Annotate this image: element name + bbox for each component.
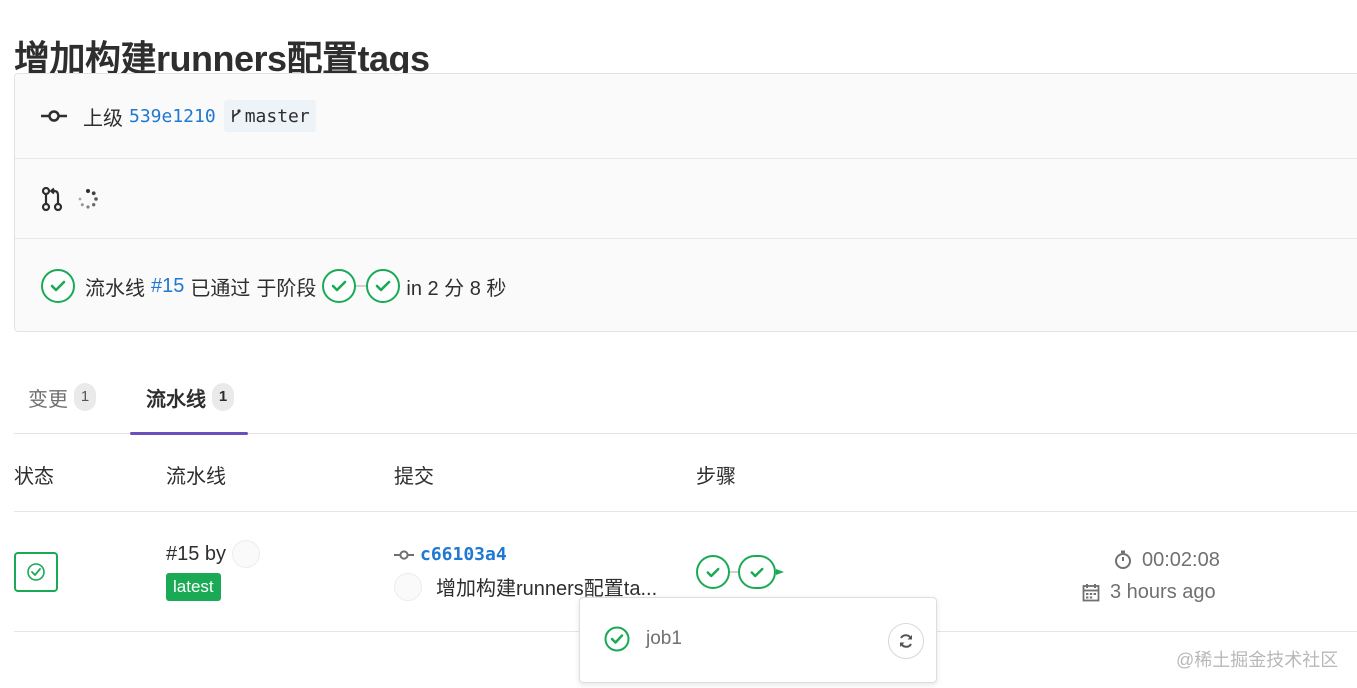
loading-spinner-icon <box>77 188 99 210</box>
parent-sha-link[interactable]: 539e1210 <box>129 106 216 127</box>
pipeline-summary-row: 流水线 #15 已通过 于阶段 in 2 分 8 秒 <box>15 239 1357 333</box>
tab-changes[interactable]: 变更 1 <box>28 360 96 434</box>
pipeline-finished-time: 3 hours ago <box>1110 580 1216 603</box>
column-header-stages: 步骤 <box>696 466 736 488</box>
status-success-icon <box>604 626 630 652</box>
commit-info-panel: 上级 539e1210 master 流水线 #15 已通过 于阶段 in 2 … <box>14 73 1357 332</box>
branch-icon <box>230 108 242 124</box>
stage-success-icon[interactable] <box>322 269 357 303</box>
commit-icon <box>394 549 414 561</box>
retry-icon <box>898 633 914 649</box>
status-success-icon <box>26 562 46 582</box>
job-item[interactable]: job1 <box>604 626 682 652</box>
stage-jobs-dropdown: job1 <box>579 597 937 683</box>
commit-sha-row: c66103a4 <box>394 544 507 565</box>
pipeline-duration-value: 00:02:08 <box>1142 548 1220 571</box>
avatar[interactable] <box>394 572 422 601</box>
parent-commit-row: 上级 539e1210 master <box>15 74 1357 159</box>
stage-connector <box>730 571 738 573</box>
pipeline-stage-label: 于阶段 <box>256 277 317 300</box>
pipeline-prefix: 流水线 <box>85 277 145 300</box>
stage-success-icon[interactable] <box>738 555 776 589</box>
avatar[interactable] <box>232 540 261 568</box>
stage-connector <box>356 285 367 287</box>
merge-request-icon <box>41 186 63 211</box>
commit-sha-link[interactable]: c66103a4 <box>420 544 507 565</box>
pipeline-id-link[interactable]: #15 by <box>166 543 226 566</box>
column-header-pipeline: 流水线 <box>166 466 226 488</box>
tab-bar: 变更 1 流水线 1 <box>14 360 1357 435</box>
tab-label: 变更 <box>28 388 68 411</box>
status-success-badge[interactable] <box>14 552 58 592</box>
pipeline-id: #15 by <box>166 540 261 568</box>
tab-count: 1 <box>212 383 234 411</box>
tab-label: 流水线 <box>146 388 206 411</box>
tab-count: 1 <box>74 383 96 411</box>
column-header-status: 状态 <box>14 466 54 488</box>
timer-icon <box>1114 550 1132 570</box>
dropdown-caret-icon[interactable] <box>776 568 784 576</box>
status-success-icon[interactable] <box>41 269 75 303</box>
pipeline-stages <box>696 555 784 589</box>
stage-success-icon[interactable] <box>366 269 401 303</box>
commit-icon <box>41 109 67 123</box>
stage-success-icon[interactable] <box>696 555 730 589</box>
pipeline-status-text: 已通过 <box>190 277 251 300</box>
calendar-icon <box>1082 583 1100 602</box>
pipeline-link[interactable]: #15 <box>151 275 184 298</box>
job-name: job1 <box>646 628 682 649</box>
latest-badge: latest <box>166 573 221 601</box>
merge-request-row <box>15 159 1357 239</box>
pipelines-table-header: 状态 流水线 提交 步骤 <box>14 434 1357 512</box>
parent-label: 上级 <box>83 107 123 130</box>
watermark: @稀土掘金技术社区 <box>1176 650 1339 670</box>
branch-chip[interactable]: master <box>223 100 316 132</box>
column-header-commit: 提交 <box>394 466 434 488</box>
retry-job-button[interactable] <box>888 623 924 659</box>
pipeline-timing: 00:02:08 3 hours ago <box>1080 544 1220 608</box>
tab-pipelines[interactable]: 流水线 1 <box>130 360 248 435</box>
branch-name: master <box>244 105 310 127</box>
pipeline-duration: in 2 分 8 秒 <box>406 277 507 300</box>
